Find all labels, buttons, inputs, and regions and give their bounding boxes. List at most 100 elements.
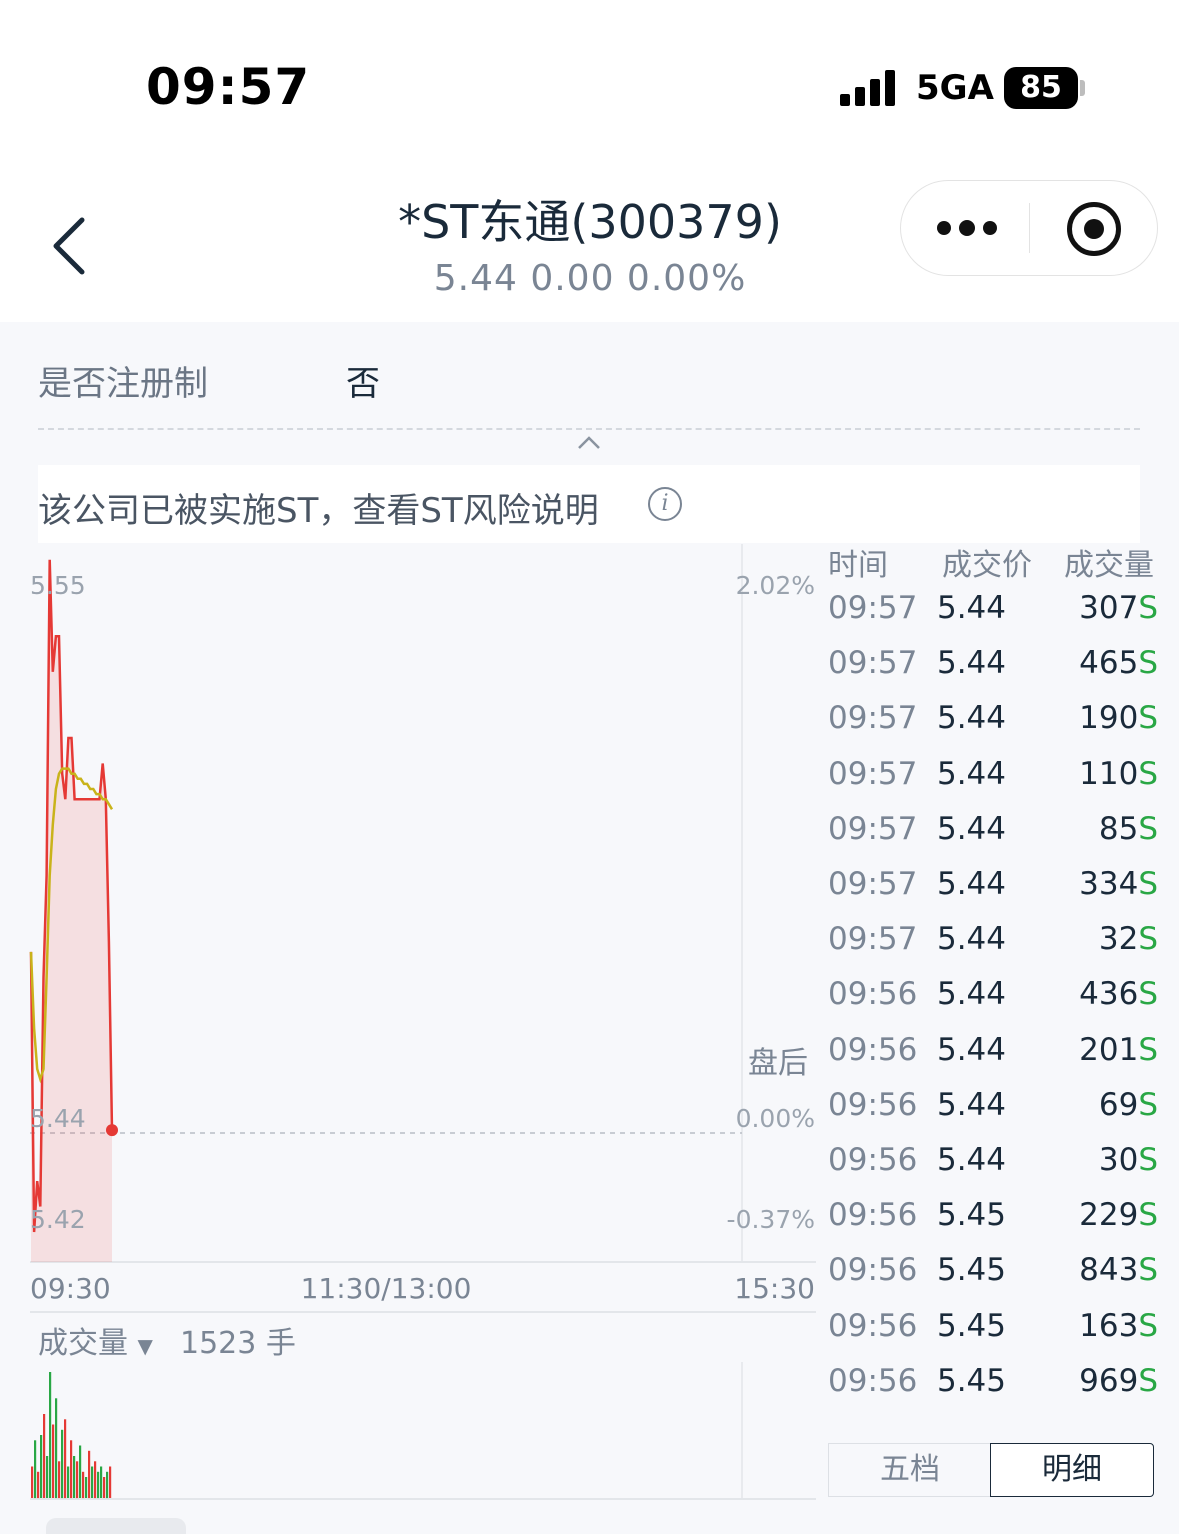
trade-row: 09:57 5.44 334S: [828, 866, 1158, 921]
trade-time: 09:57: [828, 810, 918, 847]
trade-time: 09:57: [828, 645, 918, 682]
st-notice-text: 该公司已被实施ST，查看ST风险说明: [38, 491, 599, 531]
volume-bar: [67, 1466, 70, 1498]
clipped-row: [0, 322, 1179, 336]
trade-side: S: [1138, 1031, 1158, 1068]
trade-time: 09:57: [828, 700, 918, 737]
trade-row: 09:57 5.44 307S: [828, 590, 1158, 645]
volume-bar: [82, 1471, 85, 1499]
volume-bar: [64, 1419, 67, 1499]
chart-area: [30, 544, 816, 1264]
trade-price: 5.44: [936, 1086, 1006, 1123]
tab-detail[interactable]: 明细: [990, 1443, 1154, 1497]
trade-volume: 30S: [1099, 1142, 1158, 1178]
battery-cap: [1080, 80, 1085, 96]
info-icon[interactable]: i: [648, 487, 682, 521]
trade-volume: 163S: [1079, 1308, 1158, 1344]
trade-volume: 436S: [1079, 976, 1158, 1012]
trade-volume: 69S: [1099, 1087, 1158, 1123]
volume-bar: [97, 1471, 100, 1499]
miniprogram-capsule: [900, 180, 1158, 276]
trade-row: 09:57 5.44 110S: [828, 756, 1158, 811]
trade-time: 09:56: [828, 1086, 918, 1123]
trade-price: 5.44: [936, 866, 1006, 902]
trade-time: 09:57: [828, 590, 918, 626]
trade-row: 09:57 5.44 190S: [828, 700, 1158, 755]
trade-volume-value: 334: [1079, 866, 1139, 902]
x-start: 09:30: [30, 1272, 111, 1305]
more-icon[interactable]: [937, 217, 997, 239]
trade-volume-value: 436: [1079, 976, 1139, 1013]
volume-bar: [49, 1372, 52, 1498]
back-icon[interactable]: [48, 212, 98, 282]
volume-bar: [91, 1466, 94, 1498]
trade-row: 09:56 5.45 229S: [828, 1197, 1158, 1252]
trade-row: 09:56 5.45 843S: [828, 1252, 1158, 1307]
volume-bar: [76, 1461, 79, 1499]
volume-bar: [40, 1435, 43, 1498]
trade-volume-value: 32: [1098, 921, 1139, 958]
y-left-bot: 5.42: [30, 1205, 86, 1234]
stock-title: *ST东通(300379): [398, 195, 782, 249]
trade-side: S: [1138, 921, 1158, 958]
y-left-top: 5.55: [30, 571, 86, 600]
x-mid: 11:30/13:00: [301, 1272, 472, 1305]
volume-selector[interactable]: 成交量 ▼: [38, 1318, 153, 1362]
trade-row: 09:57 5.44 85S: [828, 811, 1158, 866]
trade-volume: 190S: [1079, 700, 1158, 736]
status-time: 09:57: [146, 58, 311, 116]
trade-row: 09:56 5.44 436S: [828, 976, 1158, 1031]
y-right-bot: -0.37%: [727, 1205, 815, 1234]
volume-label: 成交量: [38, 1326, 128, 1361]
trade-volume: 843S: [1079, 1252, 1158, 1288]
trade-side: S: [1138, 976, 1158, 1013]
col-price: 成交价: [942, 548, 1032, 583]
network-label: 5GA: [916, 68, 994, 108]
trade-price: 5.44: [936, 590, 1006, 626]
trade-volume-value: 190: [1079, 700, 1139, 737]
trade-volume: 229S: [1079, 1197, 1158, 1233]
trade-side: S: [1138, 1362, 1158, 1399]
volume-bar: [52, 1424, 55, 1498]
collapse-icon[interactable]: [576, 432, 602, 454]
volume-bar: [70, 1440, 73, 1499]
volume-bar: [58, 1461, 61, 1499]
trade-price: 5.44: [936, 645, 1006, 682]
volume-bar: [85, 1477, 88, 1498]
trade-volume-value: 110: [1079, 755, 1139, 792]
trade-volume: 334S: [1079, 866, 1158, 902]
volume-bar: [79, 1445, 82, 1498]
close-target-icon[interactable]: [1067, 202, 1121, 256]
trade-row: 09:56 5.45 163S: [828, 1308, 1158, 1363]
trade-side: S: [1138, 1307, 1158, 1344]
trade-price: 5.44: [936, 1142, 1006, 1178]
last-price-dot: [106, 1124, 118, 1137]
trade-side: S: [1138, 755, 1158, 792]
trade-volume: 32S: [1099, 921, 1158, 957]
trade-side: S: [1138, 700, 1158, 737]
trade-row: 09:57 5.44 32S: [828, 921, 1158, 976]
st-notice-bar[interactable]: 该公司已被实施ST，查看ST风险说明 i: [38, 465, 1140, 543]
x-end: 15:30: [734, 1272, 815, 1305]
trade-price: 5.44: [936, 1031, 1006, 1068]
trade-time: 09:57: [828, 921, 918, 958]
capsule-divider: [1029, 203, 1030, 253]
trade-volume: 465S: [1079, 645, 1158, 681]
volume-bar: [37, 1471, 40, 1499]
trade-price: 5.44: [936, 700, 1006, 737]
trade-time: 09:57: [828, 755, 918, 792]
volume-bar: [34, 1440, 37, 1499]
trade-price: 5.45: [936, 1362, 1006, 1399]
tab-level5[interactable]: 五档: [828, 1443, 992, 1497]
trade-volume-value: 69: [1098, 1086, 1139, 1123]
trade-price: 5.44: [936, 976, 1006, 1013]
y-right-mid: 0.00%: [736, 1104, 815, 1133]
trade-price: 5.44: [936, 755, 1006, 792]
trade-row: 09:56 5.44 69S: [828, 1087, 1158, 1142]
trade-volume-value: 307: [1079, 590, 1139, 626]
trade-side: S: [1138, 590, 1158, 626]
trade-time: 09:57: [828, 866, 918, 902]
trade-side: S: [1138, 645, 1158, 682]
trade-price: 5.45: [936, 1252, 1006, 1289]
trade-volume: 85S: [1099, 811, 1158, 847]
